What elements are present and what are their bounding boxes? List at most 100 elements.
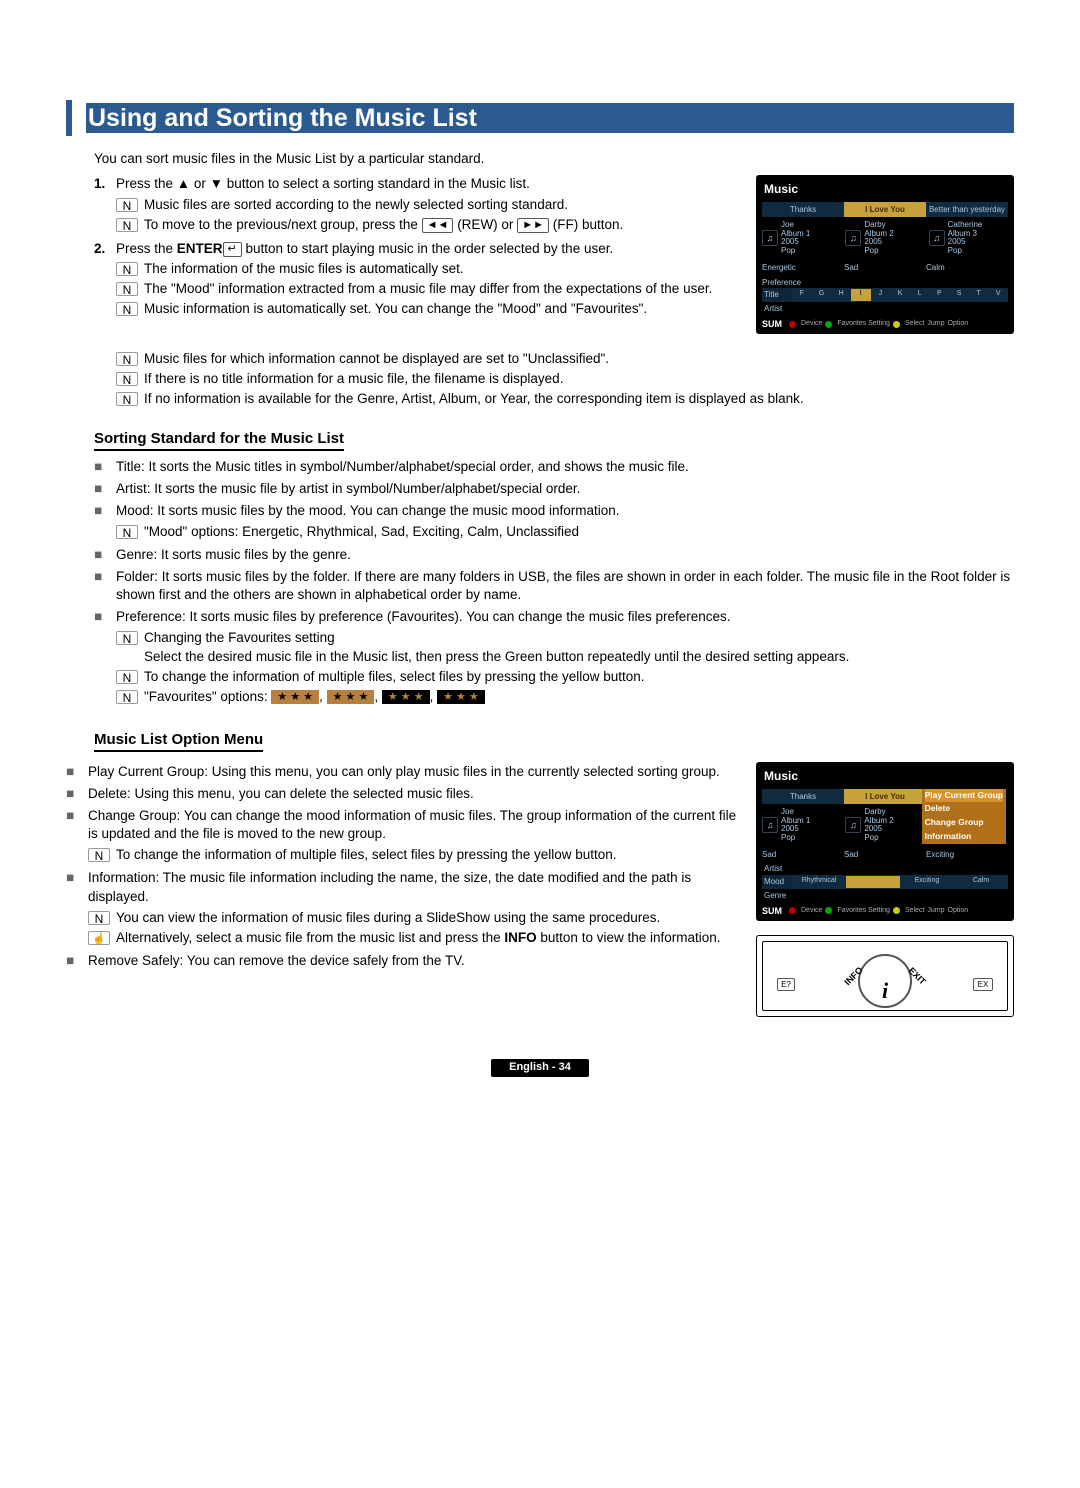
list-item: ■Artist: It sorts the music file by arti…: [94, 480, 1014, 499]
ss-footer: SUM Device Favorites Setting Select Jump…: [762, 315, 1008, 331]
step1-notes: NMusic files are sorted according to the…: [116, 196, 742, 235]
ss-tab: Thanks: [762, 789, 844, 804]
upper-layout: 1. Press the ▲ or ▼ button to select a s…: [66, 175, 1014, 349]
information-notes: NYou can view the information of music f…: [88, 909, 742, 948]
ss-moods: Energetic Sad Calm: [762, 260, 1008, 275]
note: N"Mood" options: Energetic, Rhythmical, …: [116, 523, 1014, 542]
square-bullet-icon: ■: [94, 480, 116, 499]
step2-notes: NThe information of the music files is a…: [116, 260, 742, 319]
press-icon: ☝: [88, 931, 110, 945]
music-file-icon: ♫: [845, 817, 861, 833]
step-text: Press the ▲ or ▼ button to select a sort…: [116, 176, 530, 191]
note: NThe information of the music files is a…: [116, 260, 742, 279]
note: ☝Alternatively, select a music file from…: [88, 929, 742, 948]
step-body: Press the ENTER↵ button to start playing…: [116, 240, 742, 321]
list-item: ■ Mood: It sorts music files by the mood…: [94, 502, 1014, 543]
ss-tabs: Thanks I Love You Better than yesterday: [762, 202, 1008, 217]
red-dot-icon: [789, 907, 796, 914]
note: N "Favourites" options: ★ ★ ★, ★ ★ ★, ★ …: [116, 688, 1014, 707]
square-bullet-icon: ■: [66, 807, 88, 867]
step-2: 2. Press the ENTER↵ button to start play…: [94, 240, 742, 321]
favourites-chip: ★ ★ ★: [437, 690, 485, 704]
ss-tile: ♫DarbyAlbum 2 2005 Pop: [845, 221, 924, 256]
square-bullet-icon: ■: [94, 502, 116, 543]
note: NTo move to the previous/next group, pre…: [116, 216, 742, 235]
info-button-icon: i: [882, 976, 888, 1007]
option-menu-heading: Music List Option Menu: [94, 729, 263, 752]
intro-text: You can sort music files in the Music Li…: [94, 150, 1014, 169]
note-icon: N: [116, 392, 138, 406]
square-bullet-icon: ■: [66, 763, 88, 782]
ss-tile: ♫JoeAlbum 1 2005 Pop: [762, 808, 841, 843]
step-number: 1.: [94, 175, 116, 236]
square-bullet-icon: ■: [66, 869, 88, 949]
favourites-chip: ★ ★ ★: [382, 690, 430, 704]
green-dot-icon: [825, 321, 832, 328]
note: NThe "Mood" information extracted from a…: [116, 280, 742, 299]
rew-key-icon: ◄◄: [422, 218, 454, 233]
note: NYou can view the information of music f…: [88, 909, 742, 928]
yellow-dot-icon: [893, 907, 900, 914]
music-file-icon: ♫: [762, 230, 778, 246]
note-icon: N: [116, 631, 138, 645]
ss-alpha-row: FGHIJKLPSTV: [792, 288, 1008, 301]
note-icon: N: [88, 848, 110, 862]
green-dot-icon: [825, 907, 832, 914]
list-item: ■Genre: It sorts music files by the genr…: [94, 546, 1014, 565]
menu-item: Play Current Group: [925, 789, 1003, 803]
ss-tab: Thanks: [762, 202, 844, 217]
red-dot-icon: [789, 321, 796, 328]
list-item: ■Play Current Group: Using this menu, yo…: [66, 763, 742, 782]
note-icon: N: [116, 262, 138, 276]
ss-tabs: Thanks I Love You Play Current Group Del…: [762, 789, 1008, 804]
square-bullet-icon: ■: [66, 952, 88, 971]
square-bullet-icon: ■: [94, 608, 116, 707]
square-bullet-icon: ■: [66, 785, 88, 804]
ss-tile: ♫DarbyAlbum 2 2005 Pop: [845, 808, 924, 843]
music-file-icon: ♫: [845, 230, 861, 246]
sorting-list: ■Title: It sorts the Music titles in sym…: [94, 458, 1014, 708]
ss-sidebar-item: Genre: [762, 889, 1008, 902]
ss-tab-selected: I Love You: [844, 202, 926, 217]
option-text-col: ■Play Current Group: Using this menu, yo…: [66, 762, 742, 1018]
note: NTo change the information of multiple f…: [116, 668, 1014, 687]
remote-left-btn: E?: [777, 978, 795, 991]
steps-column: 1. Press the ▲ or ▼ button to select a s…: [66, 175, 742, 349]
note: NMusic information is automatically set.…: [116, 300, 742, 319]
enter-label: ENTER: [177, 241, 223, 256]
sorting-standard-heading: Sorting Standard for the Music List: [94, 428, 344, 451]
note-icon: N: [116, 670, 138, 684]
note: NIf no information is available for the …: [116, 390, 1014, 409]
mood-subnote: N"Mood" options: Energetic, Rhythmical, …: [116, 523, 1014, 542]
ss-sidebar-item: Artist: [762, 302, 1008, 315]
note-icon: N: [116, 218, 138, 232]
ss-tiles: ♫JoeAlbum 1 2005 Pop ♫DarbyAlbum 2 2005 …: [762, 217, 1008, 260]
steps-list: 1. Press the ▲ or ▼ button to select a s…: [94, 175, 742, 320]
list-item: ■ Change Group: You can change the mood …: [66, 807, 742, 867]
enter-key-icon: ↵: [223, 242, 242, 257]
note-icon: N: [116, 198, 138, 212]
music-file-icon: ♫: [762, 817, 778, 833]
page-title-row: Using and Sorting the Music List: [66, 100, 1014, 136]
note-icon: N: [116, 525, 138, 539]
square-bullet-icon: ■: [94, 458, 116, 477]
note-icon: N: [116, 690, 138, 704]
square-bullet-icon: ■: [94, 568, 116, 606]
favourites-chip: ★ ★ ★: [271, 690, 319, 704]
step-number: 2.: [94, 240, 116, 321]
option-popup: Play Current Group Delete Change Group I…: [922, 789, 1006, 845]
note-icon: N: [116, 282, 138, 296]
note: NIf there is no title information for a …: [116, 370, 1014, 389]
page-title: Using and Sorting the Music List: [88, 101, 477, 136]
square-bullet-icon: ■: [94, 546, 116, 565]
music-option-screenshot: Music Thanks I Love You Play Current Gro…: [756, 762, 1014, 922]
list-item: ■Remove Safely: You can remove the devic…: [66, 952, 742, 971]
change-group-notes: NTo change the information of multiple f…: [88, 846, 742, 865]
title-background: Using and Sorting the Music List: [86, 103, 1014, 133]
list-item: ■Folder: It sorts music files by the fol…: [94, 568, 1014, 606]
list-item: ■Delete: Using this menu, you can delete…: [66, 785, 742, 804]
ss-tile: ♫CatherineAlbum 3 2005 Pop: [929, 221, 1008, 256]
ff-key-icon: ►►: [517, 218, 549, 233]
ss-title-row: Title FGHIJKLPSTV: [762, 288, 1008, 301]
ss-footer: SUM Device Favorites Setting Select Jump…: [762, 902, 1008, 918]
